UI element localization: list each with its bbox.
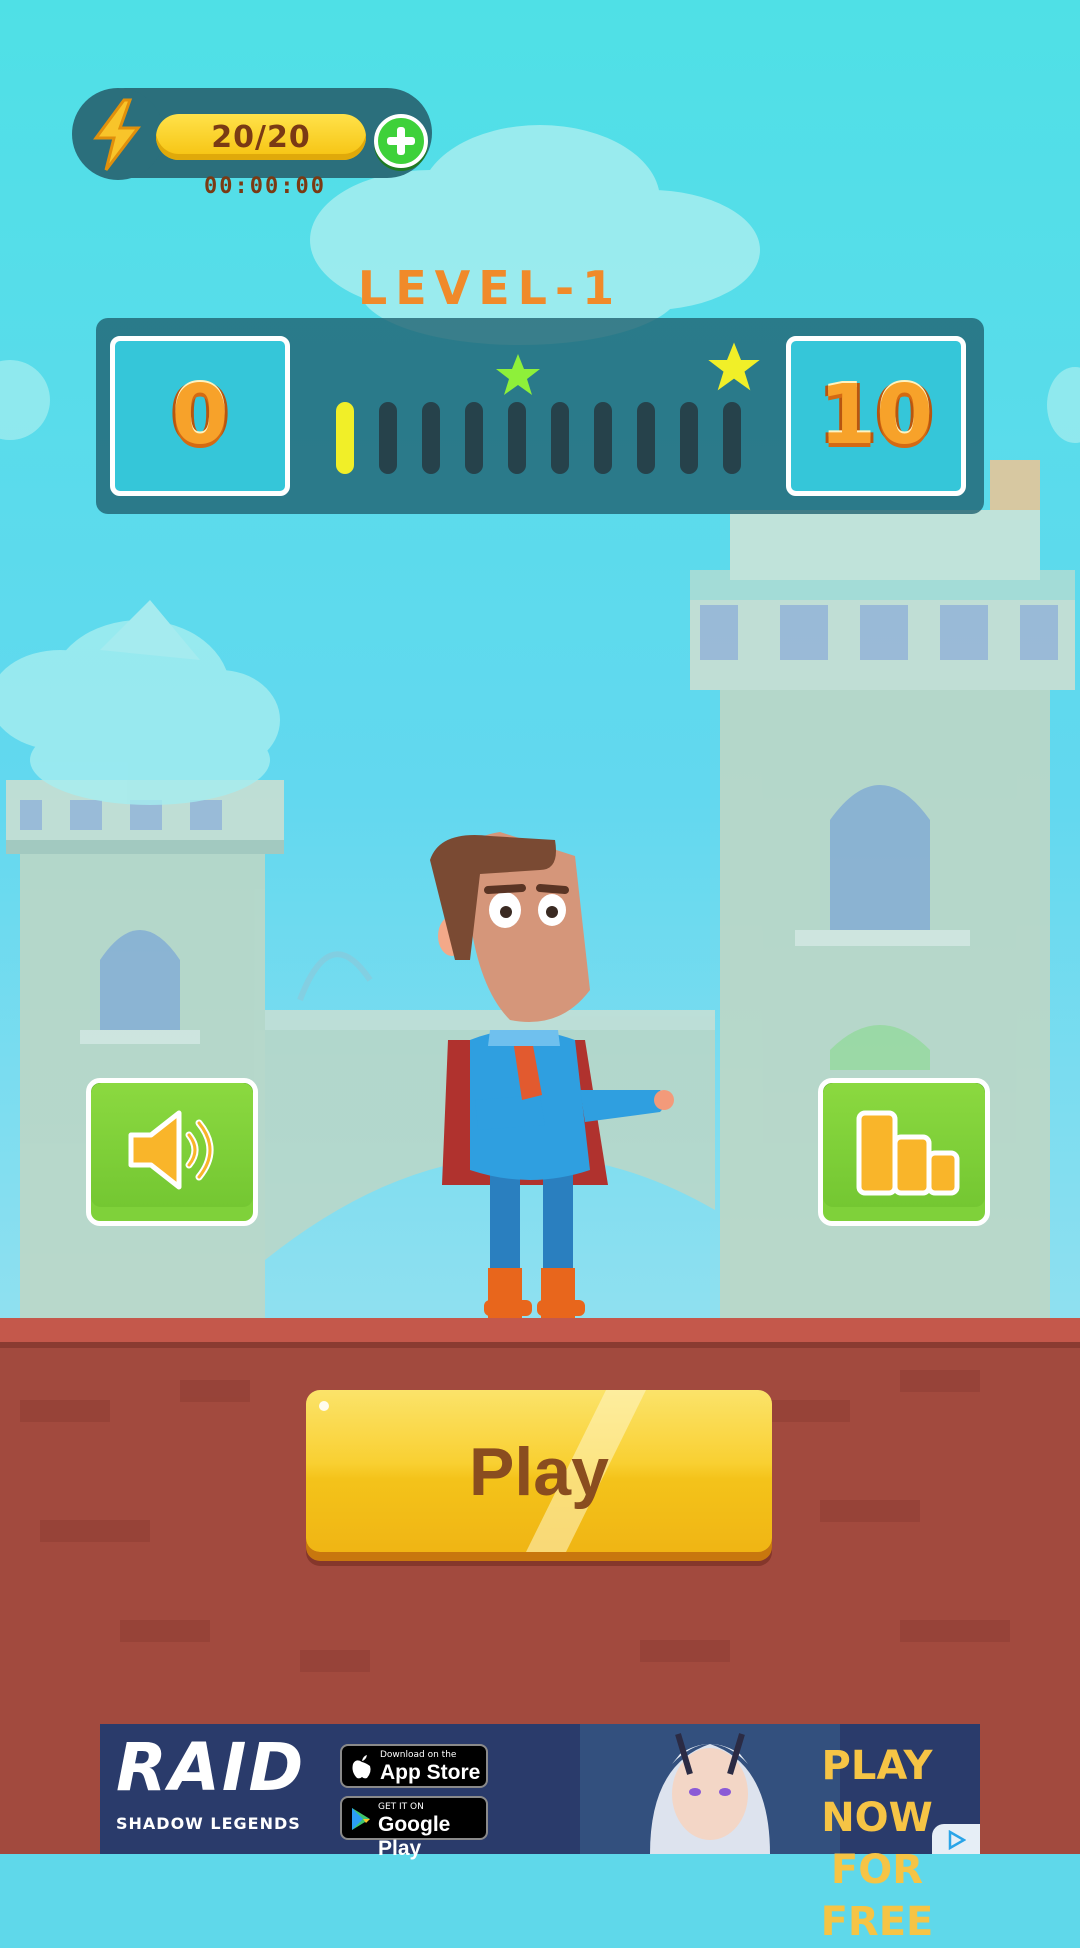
current-level-box: 0	[110, 336, 290, 496]
progress-segment	[723, 402, 741, 474]
progress-segment	[551, 402, 569, 474]
speaker-icon	[128, 1110, 214, 1190]
progress-segment	[465, 402, 483, 474]
energy-value: 20/20	[211, 120, 311, 155]
ad-brand: RAID	[116, 1729, 306, 1806]
ad-cta-line2: FOR FREE	[820, 1847, 934, 1945]
star-icon	[708, 342, 760, 391]
lightning-bolt-icon	[93, 98, 142, 171]
google-play-icon	[352, 1808, 370, 1830]
progress-segment	[336, 402, 354, 474]
progress-segment	[379, 402, 397, 474]
apple-icon	[352, 1755, 371, 1779]
progress-segment	[680, 402, 698, 474]
level-title: LEVEL-1	[357, 261, 623, 315]
progress-segment	[422, 402, 440, 474]
google-play-button[interactable]: GET IT ON Google Play	[340, 1796, 488, 1860]
play-button-label: Play	[469, 1434, 609, 1510]
energy-timer: 00:00:00	[204, 174, 326, 199]
progress-segment	[508, 402, 526, 474]
next-level-number: 10	[818, 368, 934, 463]
app-store-label: App Store	[380, 1761, 481, 1784]
add-energy-button[interactable]	[374, 114, 428, 168]
energy-icon-holder	[72, 88, 164, 180]
plus-icon	[387, 127, 415, 155]
app-store-caption: Download on the	[380, 1750, 457, 1760]
next-level-box: 10	[786, 336, 966, 496]
current-level-number: 0	[171, 368, 229, 463]
ad-info-button[interactable]	[932, 1824, 980, 1854]
progress-segment	[637, 402, 655, 474]
google-play-caption: GET IT ON	[378, 1802, 424, 1812]
star-icon	[496, 354, 540, 395]
ad-brand-subtitle: SHADOW LEGENDS	[116, 1814, 301, 1833]
progress-segment	[594, 402, 612, 474]
ad-info-icon	[948, 1830, 966, 1850]
leaderboard-button[interactable]	[818, 1078, 990, 1226]
app-store-button[interactable]: Download on the App Store	[340, 1744, 488, 1788]
sound-button[interactable]	[86, 1078, 258, 1226]
bar-chart-icon	[856, 1110, 960, 1196]
